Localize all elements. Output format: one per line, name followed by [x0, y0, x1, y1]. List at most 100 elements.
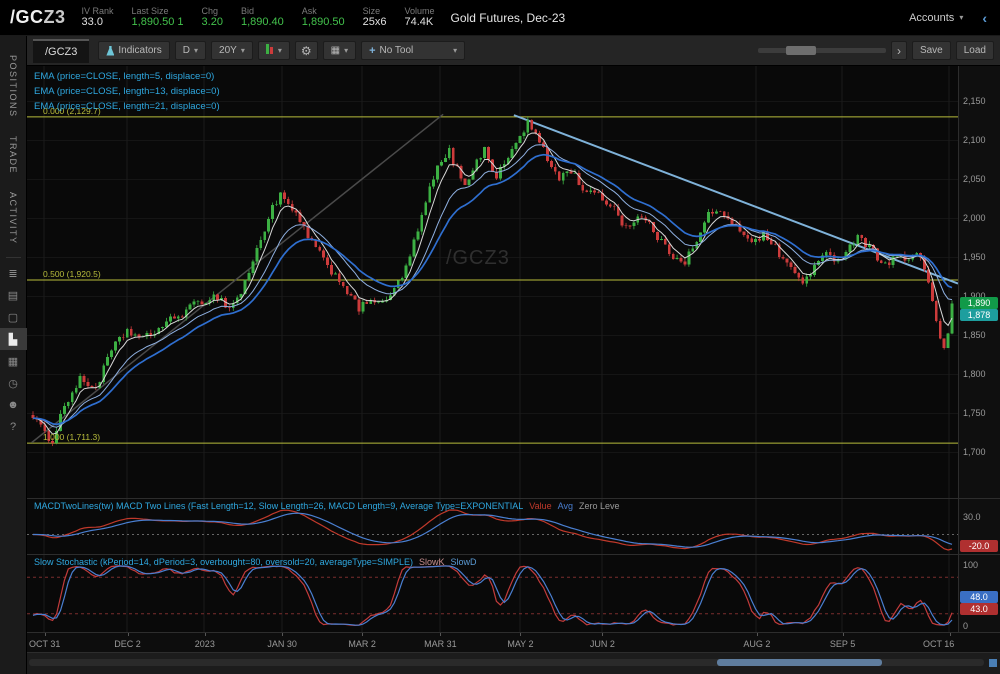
price-axis-label: 1,950: [963, 252, 986, 263]
chart-scrollbar-area: [27, 653, 1000, 674]
save-button[interactable]: Save: [911, 41, 951, 60]
quote-stat-label: Chg: [201, 6, 219, 16]
chevron-down-icon: ▾: [277, 46, 282, 55]
macd-axis-label: 30.0: [963, 511, 981, 522]
quote-stat-value: 74.4K: [404, 16, 434, 29]
chevron-down-icon: ▾: [344, 46, 349, 55]
settings-gear-icon[interactable]: ⚙: [294, 41, 318, 60]
symbol-root: /GC: [10, 7, 44, 27]
pan-right-icon[interactable]: ›: [890, 41, 907, 60]
macd-legend-item[interactable]: Avg: [558, 501, 573, 511]
chart-type-dropdown[interactable]: ▾: [257, 41, 290, 60]
chart-watermark: /GCZ3: [445, 247, 510, 270]
macd-bubble: -20.0: [960, 540, 998, 553]
time-axis-tick: [282, 633, 284, 636]
notes-icon[interactable]: ▢: [0, 306, 27, 328]
stochastic-legend-item[interactable]: SlowD: [451, 557, 477, 567]
ema-indicator-label[interactable]: EMA (price=CLOSE, length=5, displace=0): [34, 71, 220, 82]
chart-symbol-tab[interactable]: /GCZ3: [33, 38, 90, 63]
stochastic-chart[interactable]: Slow Stochastic (kPeriod=14, dPeriod=3, …: [27, 555, 958, 632]
timeframe-dropdown[interactable]: D ▾: [174, 41, 207, 60]
scrollbar-handle[interactable]: [717, 659, 882, 666]
indicators-button[interactable]: Indicators: [98, 41, 170, 60]
quote-stat: Ask 1,890.50: [302, 6, 345, 29]
symbol-suffix: Z3: [43, 7, 66, 27]
price-axis-label: 1,700: [963, 446, 986, 457]
grid-icon[interactable]: ▦: [0, 350, 27, 372]
stochastic-axis: 100 0 48.0 43.0: [958, 555, 1000, 632]
price-bubble: 1,890: [960, 297, 998, 310]
time-axis-tick: [362, 633, 364, 636]
price-axis-label: 1,800: [963, 369, 986, 379]
chevron-down-icon: ▾: [453, 46, 458, 55]
chart-gadget: /GCZ3 Indicators D ▾ 20Y ▾ ▾ ⚙ ▦ ▾ + No Tool…: [27, 36, 1000, 674]
time-axis-label: MAR 31: [424, 639, 457, 649]
chart-icon[interactable]: ▙: [0, 328, 27, 351]
symbol: /GCZ3: [10, 7, 66, 28]
price-axis-label: 2,100: [963, 135, 986, 146]
ema-indicator-label[interactable]: EMA (price=CLOSE, length=13, displace=0): [34, 86, 220, 97]
macd-indicator-label: MACDTwoLines(tw) MACD Two Lines (Fast Le…: [34, 501, 620, 511]
quotes-icon[interactable]: ≣: [0, 262, 27, 284]
fib-level-label[interactable]: 1.000 (1,711.3): [43, 432, 100, 442]
range-dropdown[interactable]: 20Y ▾: [211, 41, 253, 60]
stochastic-legend-item[interactable]: SlowK: [419, 557, 445, 567]
time-axis-label: SEP 5: [829, 639, 856, 649]
time-axis-tick: [520, 633, 522, 636]
accounts-dropdown[interactable]: Accounts ▾: [909, 12, 963, 24]
macd-pane: MACDTwoLines(tw) MACD Two Lines (Fast Le…: [27, 499, 1000, 555]
sidebar-tab-activity[interactable]: ACTIVITY: [8, 183, 18, 254]
time-axis-tick: [949, 633, 951, 636]
left-sidebar: POSITIONS TRADE ACTIVITY ≣ ▤ ▢ ▙ ▦ ◷ ☻?: [0, 36, 27, 674]
time-axis-tick: [44, 633, 46, 636]
price-axis-label: 2,050: [963, 174, 986, 185]
ema-indicator-label[interactable]: EMA (price=CLOSE, length=21, displace=0): [34, 101, 220, 112]
time-zoom-slider[interactable]: [757, 46, 886, 55]
users-icon[interactable]: ☻: [0, 394, 27, 416]
zoom-slider-thumb[interactable]: [785, 46, 816, 55]
stochastic-axis-label: 100: [963, 560, 979, 570]
clock-icon[interactable]: ◷: [0, 372, 27, 394]
flask-icon: [106, 45, 115, 56]
quote-stat-value: 1,890.50 1: [131, 16, 184, 29]
macd-study-label[interactable]: MACDTwoLines(tw) MACD Two Lines (Fast Le…: [34, 501, 523, 511]
time-axis-tick: [842, 633, 844, 636]
quote-stat-value: 25x6: [362, 16, 387, 29]
quote-stat-label: Ask: [301, 6, 317, 16]
quote-stat: Size 25x6: [363, 6, 387, 29]
stochastic-study-label[interactable]: Slow Stochastic (kPeriod=14, dPeriod=3, …: [34, 557, 413, 567]
ema-labels: EMA (price=CLOSE, length=5, displace=0) E…: [34, 71, 220, 116]
price-chart[interactable]: EMA (price=CLOSE, length=5, displace=0) E…: [27, 66, 958, 498]
load-button[interactable]: Load: [955, 41, 994, 60]
quote-stat-label: IV Rank: [81, 6, 114, 16]
accounts-label: Accounts: [909, 11, 955, 24]
macd-chart[interactable]: MACDTwoLines(tw) MACD Two Lines (Fast Le…: [27, 499, 958, 554]
collapse-panel-icon[interactable]: ‹: [979, 10, 990, 26]
chevron-down-icon: ▾: [194, 46, 199, 55]
macd-legend-item[interactable]: Zero Leve: [579, 501, 620, 511]
help-icon[interactable]: ?: [0, 416, 27, 438]
fib-level-label[interactable]: 0.500 (1,920.5): [43, 269, 101, 279]
drawing-tool-dropdown[interactable]: + No Tool ▾: [361, 41, 466, 60]
sidebar-tab-positions[interactable]: POSITIONS: [8, 46, 18, 127]
macd-legend-item[interactable]: Value: [529, 501, 551, 511]
price-pane: EMA (price=CLOSE, length=5, displace=0) E…: [27, 66, 1000, 499]
chart-layout-dropdown[interactable]: ▦ ▾: [322, 41, 357, 60]
quote-header: /GCZ3 IV Rank 33.0 Last Size 1,890.50 1 Chg 3…: [0, 0, 1000, 36]
scrollbar-corner[interactable]: [989, 659, 997, 667]
time-axis-tick: [440, 633, 442, 636]
price-axis-label: 1,850: [963, 330, 986, 341]
price-axis-label: 2,000: [963, 213, 986, 224]
grid-layout-icon: ▦: [330, 45, 341, 56]
stochastic-indicator-label: Slow Stochastic (kPeriod=14, dPeriod=3, …: [34, 557, 477, 567]
chevron-down-icon: ▾: [240, 46, 245, 55]
price-axis[interactable]: 2,150 2,100 2,050 2,000 1,950 1,900 1,850 1,800…: [958, 66, 1000, 498]
quote-stat-label: Volume: [404, 6, 435, 16]
quote-stat-label: Bid: [240, 6, 254, 16]
chart-panes: EMA (price=CLOSE, length=5, displace=0) E…: [27, 66, 1000, 674]
quote-stat-label: Size: [362, 6, 381, 16]
watchlist-icon[interactable]: ▤: [0, 284, 27, 306]
time-axis[interactable]: OCT 31 DEC 2 2023 JAN 30 MAR 2 MAR 31 MAY 2 JUN…: [27, 633, 1000, 653]
crosshair-icon: +: [369, 44, 376, 57]
sidebar-tab-trade[interactable]: TRADE: [8, 127, 18, 183]
